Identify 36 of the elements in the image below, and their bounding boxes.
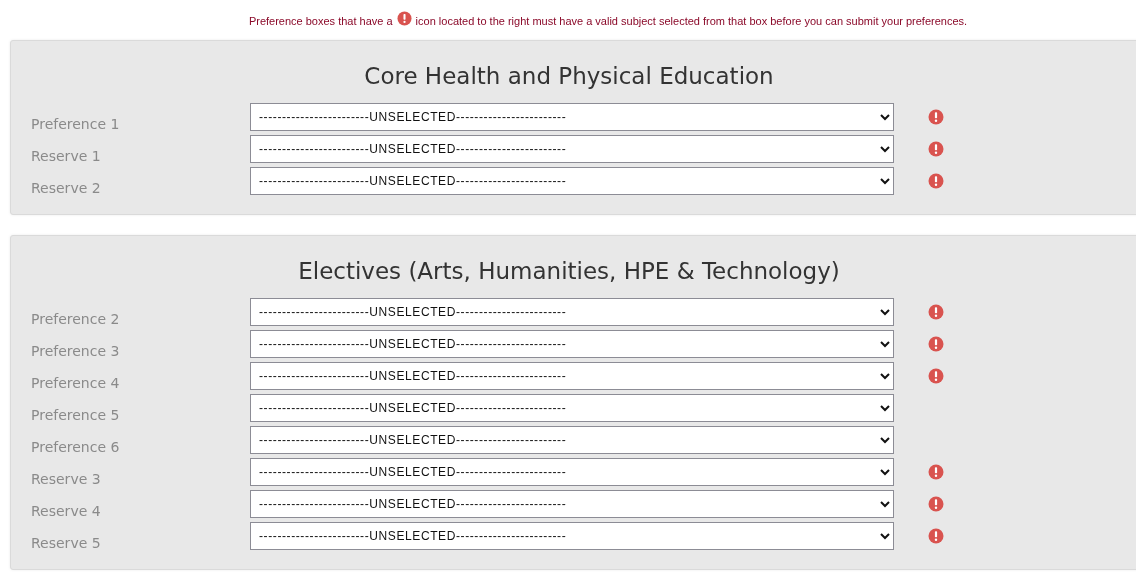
subject-dropdown[interactable]: ------------------------UNSELECTED------------------------ [250, 103, 894, 131]
alert-icon [928, 368, 944, 384]
subject-dropdown[interactable]: ------------------------UNSELECTED------------------------ [250, 298, 894, 326]
field-label: Reserve 3 [30, 470, 102, 487]
section-title: Core Health and Physical Education [363, 63, 775, 89]
alert-icon [928, 528, 944, 544]
field-label: Preference 3 [30, 342, 121, 359]
alert-icon [928, 141, 944, 157]
subject-dropdown[interactable]: ------------------------UNSELECTED------------------------ [250, 394, 894, 422]
field-label: Reserve 2 [30, 179, 102, 196]
section-title: Electives (Arts, Humanities, HPE & Technology) [297, 258, 841, 284]
field-label: Preference 5 [30, 406, 121, 423]
notice-text: icon located to the right must have a valid subject selected from that box before you can submit your preferences. [415, 15, 968, 27]
field-label: Preference 4 [30, 374, 121, 391]
alert-icon [928, 336, 944, 352]
alert-icon [928, 173, 944, 189]
field-label: Preference 1 [30, 115, 121, 132]
alert-icon [396, 10, 412, 26]
subject-dropdown[interactable]: ------------------------UNSELECTED------------------------ [250, 458, 894, 486]
alert-icon [928, 304, 944, 320]
alert-icon [928, 109, 944, 125]
subject-dropdown[interactable]: ------------------------UNSELECTED------------------------ [250, 330, 894, 358]
subject-dropdown[interactable]: ------------------------UNSELECTED------------------------ [250, 426, 894, 454]
subject-dropdown[interactable]: ------------------------UNSELECTED------------------------ [250, 135, 894, 163]
field-label: Preference 2 [30, 310, 121, 327]
subject-dropdown[interactable]: ------------------------UNSELECTED------------------------ [250, 167, 894, 195]
subject-dropdown[interactable]: ------------------------UNSELECTED------------------------ [250, 522, 894, 550]
field-label: Reserve 4 [30, 502, 102, 519]
subject-dropdown[interactable]: ------------------------UNSELECTED------------------------ [250, 362, 894, 390]
notice-text: Preference boxes that have a [248, 15, 393, 27]
alert-icon [928, 496, 944, 512]
subject-dropdown[interactable]: ------------------------UNSELECTED------------------------ [250, 490, 894, 518]
alert-icon [928, 464, 944, 480]
field-label: Reserve 1 [30, 147, 102, 164]
field-label: Preference 6 [30, 438, 121, 455]
field-label: Reserve 5 [30, 534, 102, 551]
